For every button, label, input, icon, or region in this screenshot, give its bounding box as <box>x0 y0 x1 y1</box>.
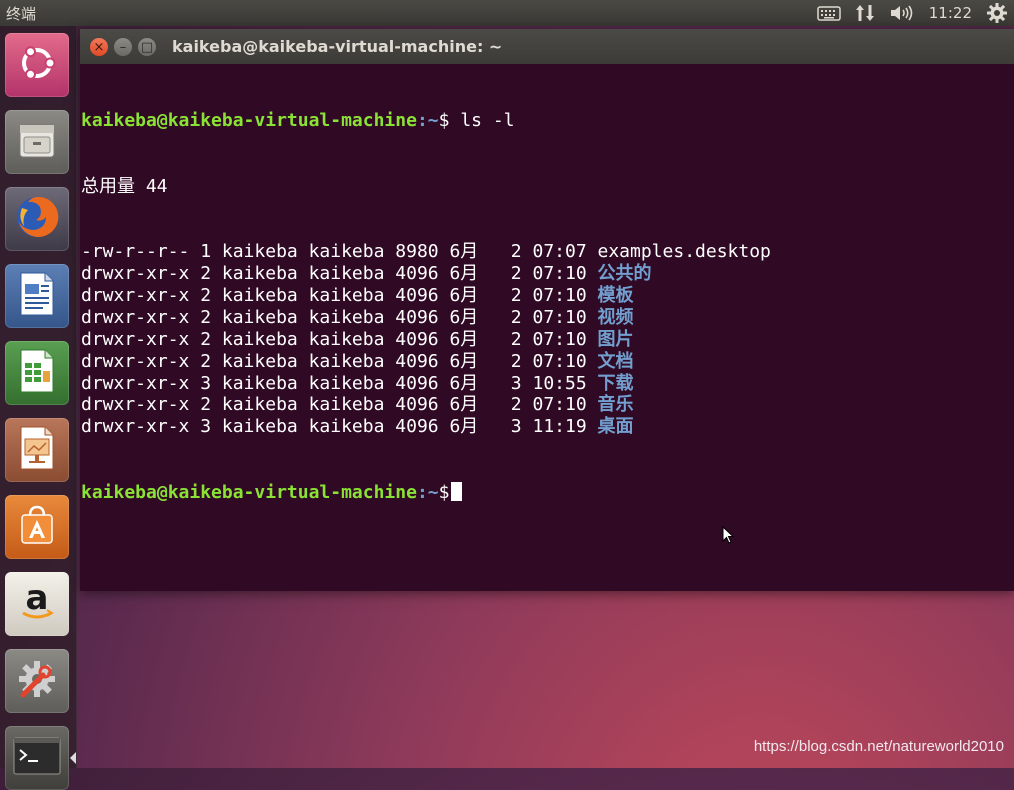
listing-row: drwxr-xr-x 3 kaikeba kaikeba 4096 6月 3 1… <box>81 416 1014 438</box>
software-bag-icon <box>14 502 60 552</box>
terminal-output[interactable]: kaikeba@kaikeba-virtual-machine:~$ ls -l… <box>80 64 1014 593</box>
keyboard-icon[interactable] <box>817 4 841 22</box>
command-text: ls -l <box>449 109 515 131</box>
network-arrows-icon[interactable] <box>855 3 875 23</box>
firefox-icon <box>12 192 62 246</box>
file-meta: -rw-r--r-- 1 kaikeba kaikeba 8980 6月 2 0… <box>81 241 598 263</box>
total-line: 总用量 44 <box>81 175 168 197</box>
volume-icon[interactable] <box>889 3 915 23</box>
directory-name: 文档 <box>597 350 634 372</box>
directory-name: 模板 <box>597 285 634 306</box>
current-prompt-line: kaikeba@kaikeba-virtual-machine:~$ <box>81 482 1014 504</box>
calc-spreadsheet-icon <box>15 347 59 399</box>
file-meta: drwxr-xr-x 2 kaikeba kaikeba 4096 6月 2 0… <box>81 394 598 416</box>
clock[interactable]: 11:22 <box>929 4 972 22</box>
launcher-files[interactable] <box>5 110 69 174</box>
file-meta: drwxr-xr-x 3 kaikeba kaikeba 4096 6月 3 1… <box>81 416 598 438</box>
file-cabinet-icon <box>14 117 60 167</box>
close-button[interactable]: × <box>90 38 108 56</box>
directory-name: 公共的 <box>597 263 652 285</box>
directory-name: 桌面 <box>597 416 634 438</box>
maximize-button[interactable]: □ <box>138 38 156 56</box>
svg-text:a: a <box>26 579 49 618</box>
system-tray: 11:22 <box>817 0 1008 26</box>
directory-name: 下载 <box>597 372 634 394</box>
prompt-symbol: $ <box>438 482 450 504</box>
launcher-calc[interactable] <box>5 341 69 405</box>
launcher-writer[interactable] <box>5 264 69 328</box>
listing-row: drwxr-xr-x 2 kaikeba kaikeba 4096 6月 2 0… <box>81 329 1014 351</box>
file-meta: drwxr-xr-x 2 kaikeba kaikeba 4096 6月 2 0… <box>81 350 598 372</box>
listing: -rw-r--r-- 1 kaikeba kaikeba 8980 6月 2 0… <box>81 241 1014 438</box>
launcher-firefox[interactable] <box>5 187 69 251</box>
launcher-system-settings[interactable] <box>5 649 69 713</box>
launcher-amazon[interactable]: a <box>5 572 69 636</box>
prompt-user-host: kaikeba@kaikeba-virtual-machine <box>81 109 417 131</box>
directory-name: 图片 <box>597 328 634 350</box>
prompt-path: :~ <box>416 482 439 504</box>
impress-presentation-icon <box>15 424 59 476</box>
minimize-button[interactable]: – <box>114 38 132 56</box>
launcher-ubuntu-dash[interactable] <box>5 33 69 97</box>
command-line: kaikeba@kaikeba-virtual-machine:~$ ls -l <box>81 110 1014 132</box>
terminal-window: × – □ kaikeba@kaikeba-virtual-machine: ~… <box>80 29 1014 591</box>
file-name: examples.desktop <box>597 241 771 263</box>
listing-row: drwxr-xr-x 2 kaikeba kaikeba 4096 6月 2 0… <box>81 285 1014 307</box>
file-meta: drwxr-xr-x 2 kaikeba kaikeba 4096 6月 2 0… <box>81 306 598 328</box>
terminal-icon <box>12 735 62 781</box>
amazon-icon: a <box>14 578 60 629</box>
file-meta: drwxr-xr-x 2 kaikeba kaikeba 4096 6月 2 0… <box>81 328 598 350</box>
directory-name: 视频 <box>597 306 634 328</box>
minimize-icon: – <box>119 39 127 55</box>
mouse-pointer-icon <box>722 525 735 548</box>
watermark: https://blog.csdn.net/natureworld2010 <box>753 738 1004 755</box>
directory-name: 音乐 <box>597 394 634 416</box>
active-app-title: 终端 <box>6 5 37 23</box>
listing-row: drwxr-xr-x 2 kaikeba kaikeba 4096 6月 2 0… <box>81 351 1014 373</box>
listing-row: drwxr-xr-x 2 kaikeba kaikeba 4096 6月 2 0… <box>81 307 1014 329</box>
listing-row: drwxr-xr-x 2 kaikeba kaikeba 4096 6月 2 0… <box>81 394 1014 416</box>
ubuntu-logo-icon <box>15 41 59 89</box>
listing-row: drwxr-xr-x 2 kaikeba kaikeba 4096 6月 2 0… <box>81 263 1014 285</box>
writer-document-icon <box>15 270 59 322</box>
settings-gear-icon[interactable] <box>986 2 1008 24</box>
window-title: kaikeba@kaikeba-virtual-machine: ~ <box>172 37 503 56</box>
file-meta: drwxr-xr-x 2 kaikeba kaikeba 4096 6月 2 0… <box>81 285 598 306</box>
settings-wrench-icon <box>13 655 61 707</box>
file-meta: drwxr-xr-x 2 kaikeba kaikeba 4096 6月 2 0… <box>81 263 598 285</box>
launcher-software[interactable] <box>5 495 69 559</box>
listing-row: -rw-r--r-- 1 kaikeba kaikeba 8980 6月 2 0… <box>81 241 1014 263</box>
prompt-symbol: $ <box>438 109 450 131</box>
maximize-icon: □ <box>140 39 154 55</box>
launcher: a <box>0 26 77 790</box>
prompt-user-host: kaikeba@kaikeba-virtual-machine <box>81 482 417 504</box>
launcher-impress[interactable] <box>5 418 69 482</box>
listing-row: drwxr-xr-x 3 kaikeba kaikeba 4096 6月 3 1… <box>81 373 1014 395</box>
prompt-path: :~ <box>416 109 439 131</box>
window-titlebar[interactable]: × – □ kaikeba@kaikeba-virtual-machine: ~ <box>80 29 1014 64</box>
text-cursor <box>451 482 463 502</box>
close-icon: × <box>93 39 105 55</box>
file-meta: drwxr-xr-x 3 kaikeba kaikeba 4096 6月 3 1… <box>81 372 598 394</box>
launcher-terminal[interactable] <box>5 726 76 790</box>
top-panel: 终端 11:22 <box>0 0 1014 26</box>
